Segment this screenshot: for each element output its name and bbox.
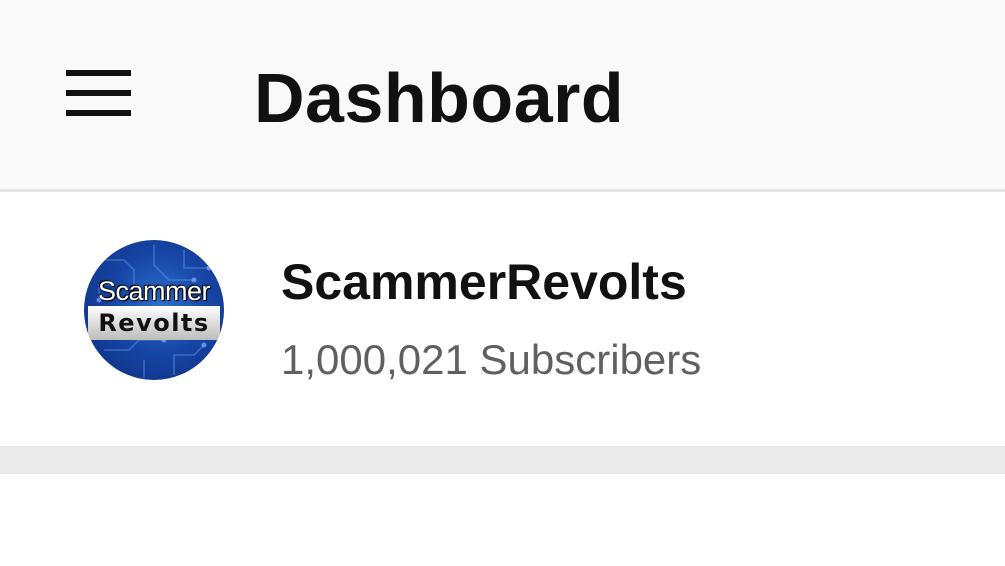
avatar-logo-text-bottom: Revolts — [98, 309, 210, 337]
menu-bar — [66, 110, 131, 116]
hamburger-menu-icon[interactable] — [56, 60, 140, 130]
channel-name: ScammerRevolts — [281, 254, 687, 310]
avatar-logo-text-top: Scammer — [97, 276, 211, 306]
toolbar: Dashboard — [0, 0, 1005, 192]
page-title: Dashboard — [254, 59, 625, 137]
subscriber-count: 1,000,021 Subscribers — [281, 336, 702, 383]
menu-bar — [66, 90, 131, 96]
channel-avatar[interactable]: Scammer Revolts — [84, 240, 224, 380]
content-area — [0, 474, 1005, 566]
menu-bar — [66, 70, 131, 76]
section-divider — [0, 446, 1005, 474]
channel-row[interactable]: Scammer Revolts ScammerRevolts 1,000,021… — [0, 195, 1005, 446]
app-root: Dashboard Scammer Revolts ScammerRevolts… — [0, 0, 1005, 566]
